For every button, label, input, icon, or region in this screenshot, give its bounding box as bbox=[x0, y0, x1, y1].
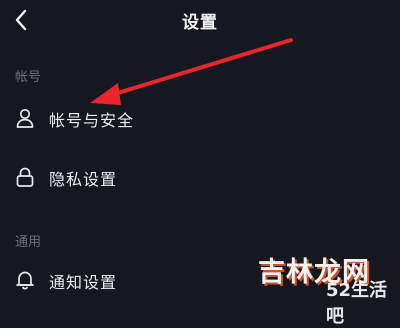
bell-icon bbox=[16, 271, 34, 290]
account-security-item[interactable]: 帐号与安全 bbox=[0, 95, 400, 143]
account-security-label: 帐号与安全 bbox=[49, 111, 135, 130]
person-icon bbox=[16, 108, 34, 128]
privacy-settings-label: 隐私设置 bbox=[49, 170, 118, 189]
section-label-account: 帐号 bbox=[15, 70, 42, 85]
notification-settings-label: 通知设置 bbox=[49, 273, 118, 292]
privacy-settings-item[interactable]: 隐私设置 bbox=[0, 154, 400, 202]
page-title: 设置 bbox=[182, 13, 218, 33]
watermark-sub: 52生活吧 bbox=[326, 280, 388, 327]
top-bar: 设置 bbox=[0, 0, 400, 42]
lock-icon bbox=[16, 167, 34, 187]
section-label-general: 通用 bbox=[15, 235, 42, 250]
